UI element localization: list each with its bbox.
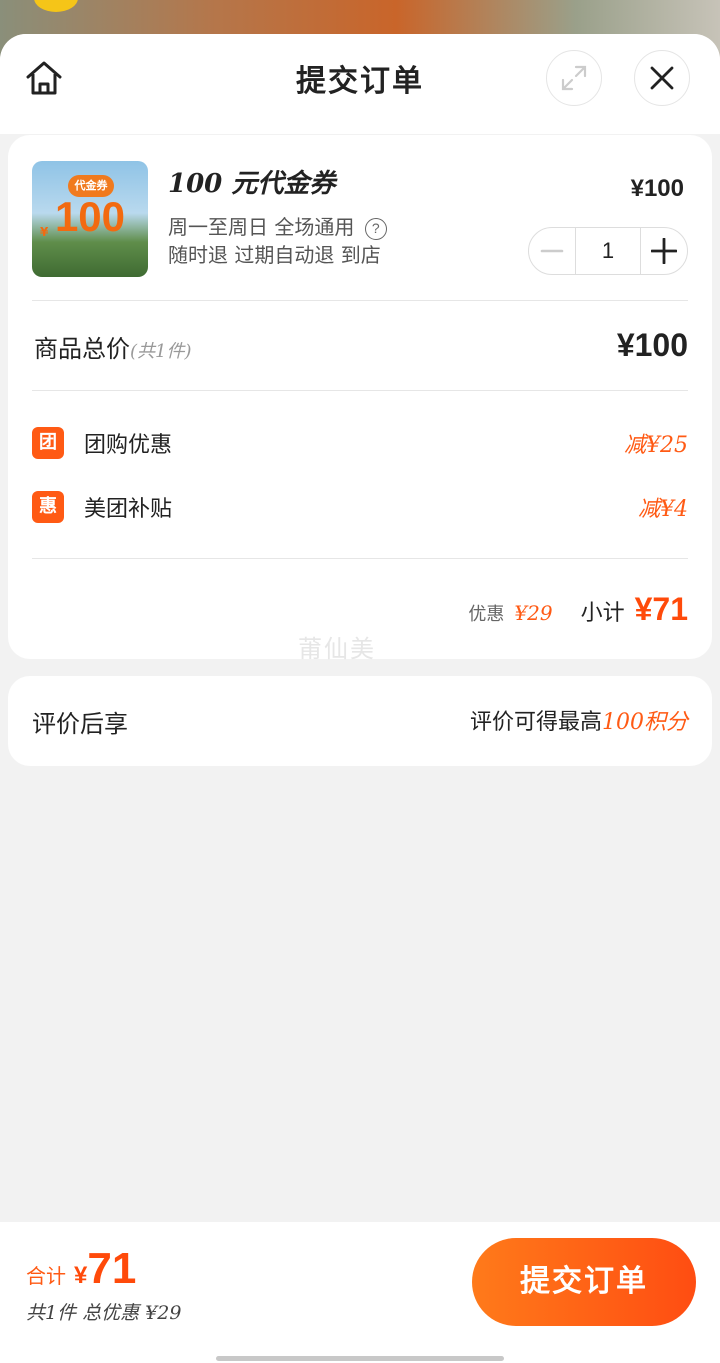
bottom-total: 合计 ¥ 71 [26,1244,136,1294]
review-card[interactable]: 评价后享 评价可得最高100积分 [8,676,712,766]
page-title: 提交订单 [296,64,424,99]
subsidy-value: 减¥4 [638,497,688,522]
product-desc-line1: 周一至周日 全场通用 ? [168,211,387,240]
review-left-label: 评价后享 [32,710,128,738]
divider [32,390,688,391]
subsidy-badge: 惠 [32,491,64,523]
submit-order-button[interactable]: 提交订单 [472,1238,696,1326]
subtotal-line: 优惠 ¥29 小计 ¥71 [468,591,688,628]
divider [32,558,688,559]
bottom-currency: ¥ [74,1262,88,1289]
close-button[interactable] [634,50,690,106]
subsidy-label: 美团补贴 [84,497,173,522]
quantity-stepper: 1 [528,227,688,275]
home-indicator [216,1356,504,1361]
group-buy-badge: 团 [32,427,64,459]
decrease-button[interactable] [529,228,575,274]
close-icon [650,66,674,90]
help-icon[interactable]: ? [364,217,387,240]
divider [32,300,688,301]
expand-button[interactable] [546,50,602,106]
subtotal-label: 小计 [580,601,625,626]
bottom-amount: 71 [87,1244,137,1293]
review-points: 100积分 [602,710,688,735]
group-buy-label: 团购优惠 [84,433,173,458]
bottom-bar: 合计 ¥ 71 共1件 总优惠 ¥29 提交订单 [0,1222,720,1363]
product-name: 100 元代金券 [168,169,336,199]
product-desc-line2: 随时退 过期自动退 到店 [168,243,381,267]
header: 提交订单 [0,34,720,134]
discount-label: 优惠 [468,604,505,625]
total-count: (共1件) [130,341,192,362]
product-thumbnail[interactable]: 代金券 ¥ 100 [32,161,148,277]
product-desc-text: 周一至周日 全场通用 [168,215,355,239]
subtotal-value: ¥71 [634,591,688,627]
total-label: 商品总价(共1件) [34,329,192,364]
total-price: ¥100 [616,327,688,363]
unit-price: ¥100 [630,175,684,202]
review-right-label: 评价可得最高100积分 [470,704,688,736]
watermark: 莆仙美 [298,635,376,663]
plus-icon [651,238,677,264]
quantity-value[interactable]: 1 [575,228,641,274]
minus-icon [540,249,564,253]
order-sheet: 提交订单 代金券 ¥ 100 100 元代金券 周一至周日 全场通用 ? 随时退… [0,34,720,1363]
bottom-summary: 共1件 总优惠 ¥29 [26,1302,182,1324]
total-label-text: 商品总价 [34,335,130,363]
discount-value: ¥29 [514,601,553,625]
increase-button[interactable] [641,228,687,274]
bottom-total-label: 合计 [26,1264,66,1288]
review-prefix: 评价可得最高 [469,710,602,735]
group-buy-value: 减¥25 [624,433,688,458]
expand-icon [561,65,587,91]
order-card: 代金券 ¥ 100 100 元代金券 周一至周日 全场通用 ? 随时退 过期自动… [8,135,712,663]
thumb-value: 100 [54,193,126,240]
